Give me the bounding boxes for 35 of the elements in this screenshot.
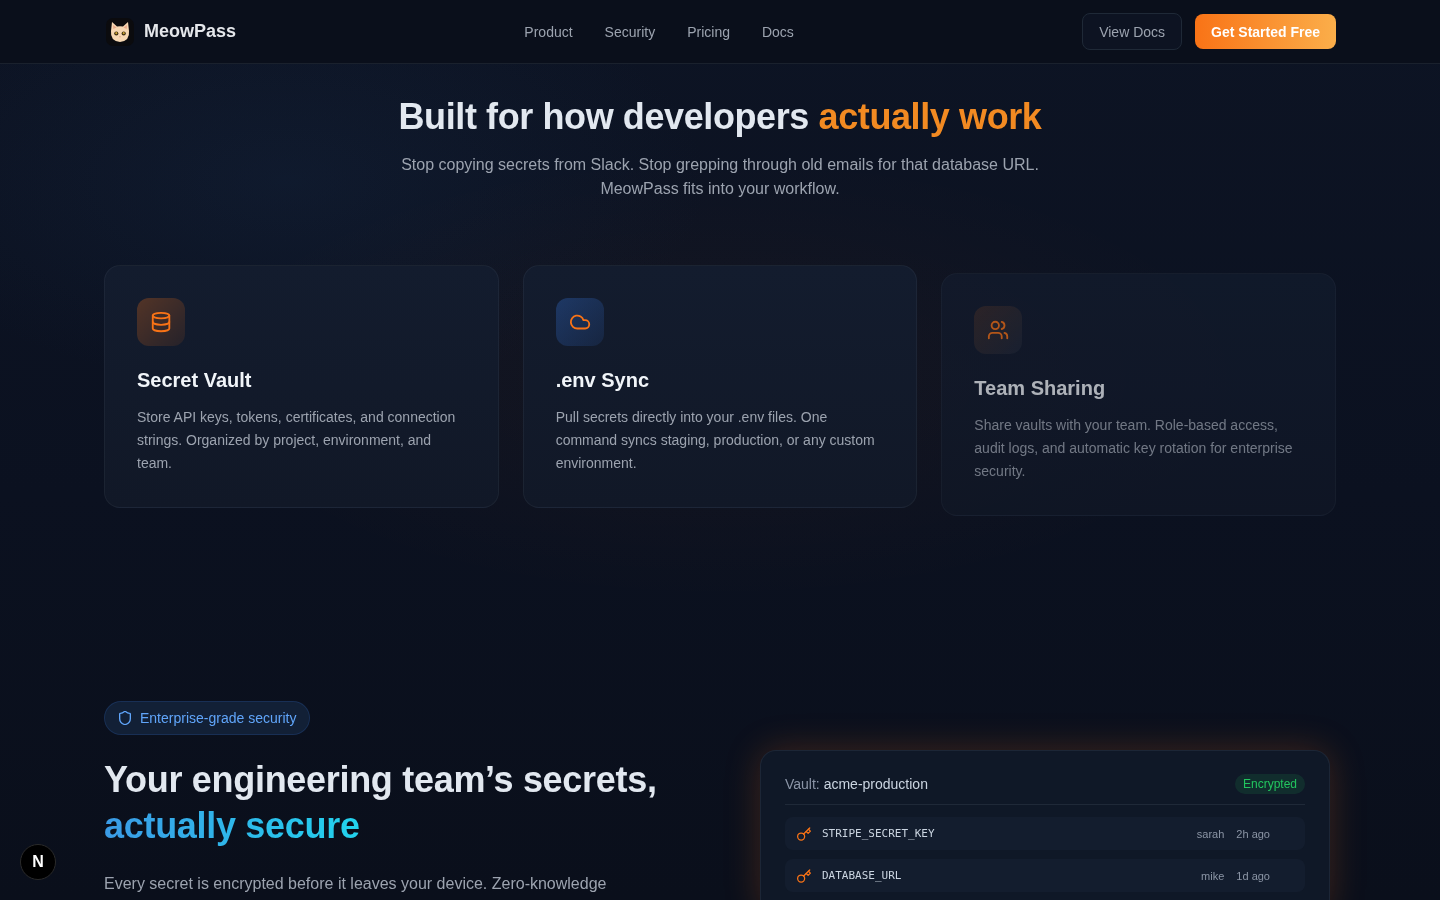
cat-face-icon <box>106 17 134 46</box>
shield-icon <box>118 711 132 725</box>
key-icon <box>797 826 811 841</box>
nav-link[interactable]: Pricing <box>687 23 730 40</box>
vault-name: Vault: acme-production <box>785 776 928 792</box>
secret-row[interactable]: STRIPE_SECRET_KEY sarah 2h ago <box>785 817 1305 850</box>
feature-title: Secret Vault <box>137 368 253 393</box>
status-badge: Encrypted <box>1234 774 1305 794</box>
secret-row[interactable]: DATABASE_URL mike 1d ago <box>785 859 1305 892</box>
hero-title: Built for how developers actually work <box>397 96 1043 138</box>
secret-name: STRIPE_SECRET_KEY <box>822 827 936 840</box>
nav-link[interactable]: Docs <box>761 23 794 40</box>
key-icon <box>797 868 811 883</box>
dev-tools-button[interactable]: N <box>20 844 56 880</box>
security-description: Every secret is encrypted before it leaves your device. Zero-knowledge <box>104 874 608 894</box>
security-label: Enterprise-grade security <box>140 710 297 726</box>
secret-owner: mike <box>1201 869 1225 882</box>
secret-name: DATABASE_URL <box>822 869 903 882</box>
users-icon <box>974 306 1023 354</box>
feature-description: Pull secrets directly into your .env files. One command syncs staging, production, or any custom environment. <box>555 408 876 473</box>
feature-description: Store API keys, tokens, certificates, and connection strings. Organized by project, environment, and team. <box>137 408 457 473</box>
nav-link[interactable]: Security <box>604 23 656 40</box>
hero-subtitle: Stop copying secrets from Slack. Stop grepping through old emails for that database URL. MeowPass fits into your workflow. <box>400 155 1040 199</box>
view-docs-button[interactable]: View Docs <box>1082 13 1183 50</box>
brand-name: MeowPass <box>144 21 237 42</box>
database-icon <box>137 298 185 346</box>
cloud-icon <box>555 298 604 346</box>
feature-description: Share vaults with your team. Role-based access, audit logs, and automatic key rotation for enterprise security. <box>974 416 1294 481</box>
secret-time: 1d ago <box>1236 869 1270 882</box>
feature-title: Team Sharing <box>974 376 1107 401</box>
nav-link[interactable]: Product <box>524 23 573 40</box>
security-title: Your engineering team’s secrets, actually secure <box>104 758 658 848</box>
secret-time: 2h ago <box>1236 827 1270 840</box>
secret-owner: sarah <box>1196 827 1225 840</box>
feature-title: .env Sync <box>555 368 651 393</box>
